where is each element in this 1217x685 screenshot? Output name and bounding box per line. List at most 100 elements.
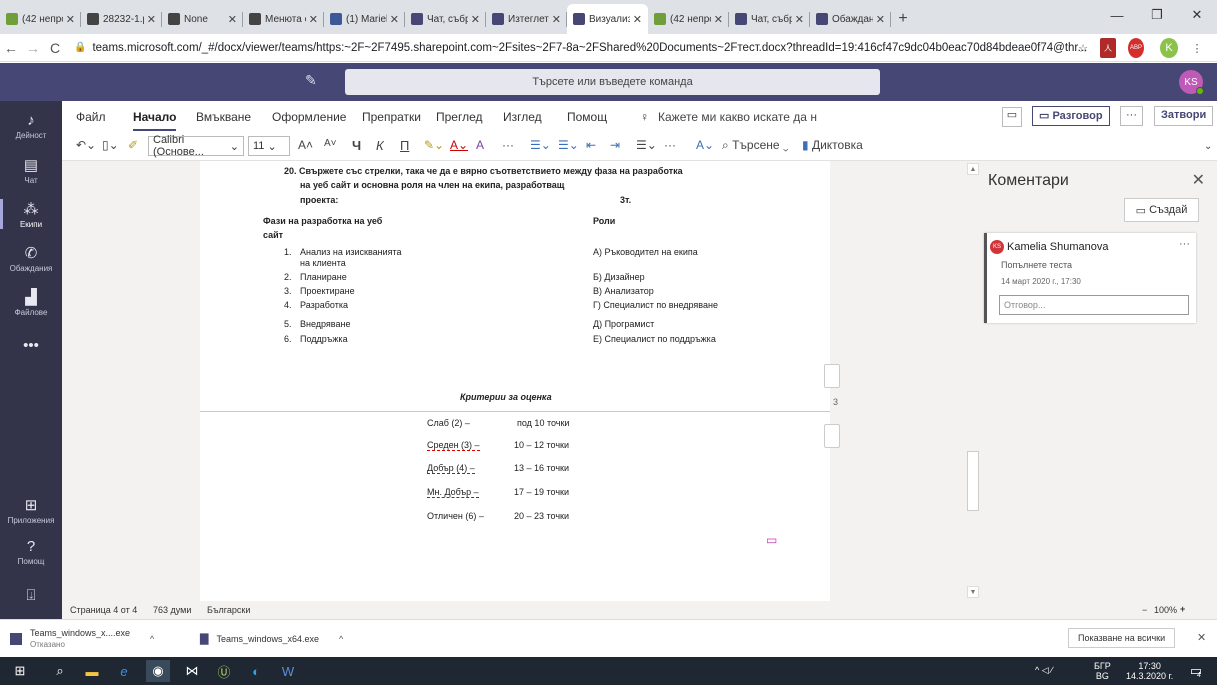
- tab-close-icon[interactable]: ✕: [309, 13, 318, 26]
- browser-tab[interactable]: Обаждане✕: [810, 4, 891, 34]
- forward-icon[interactable]: →: [22, 40, 44, 56]
- rail-item[interactable]: ✆ Обаждания: [0, 235, 62, 281]
- browser-tab[interactable]: Чат, събр ✕: [729, 4, 810, 34]
- menu-tab[interactable]: Начало: [133, 110, 177, 131]
- chrome-icon[interactable]: ◉: [146, 660, 170, 682]
- restore-icon[interactable]: ❐: [1137, 0, 1177, 30]
- scroll-thumb[interactable]: [967, 451, 979, 511]
- rail-item[interactable]: •••: [0, 323, 62, 369]
- browser-tab[interactable]: Изтеглете✕: [486, 4, 567, 34]
- tab-close-icon[interactable]: ✕: [147, 13, 156, 26]
- tab-close-icon[interactable]: ✕: [876, 13, 885, 26]
- file-explorer-icon[interactable]: ▬: [80, 660, 104, 682]
- menu-tab[interactable]: Помощ: [567, 110, 607, 124]
- start-icon[interactable]: ⊞: [8, 660, 32, 682]
- profile-avatar[interactable]: K: [1160, 38, 1178, 58]
- comment-more-icon[interactable]: ···: [1179, 238, 1190, 250]
- browser-tab[interactable]: Чат, събр ✕: [405, 4, 486, 34]
- back-icon[interactable]: ←: [0, 40, 22, 56]
- reload-icon[interactable]: C: [44, 40, 66, 56]
- menu-tab[interactable]: Препратки: [362, 110, 421, 124]
- word-icon[interactable]: W: [276, 660, 300, 682]
- mail-icon[interactable]: ⋈: [180, 660, 204, 682]
- minimize-icon[interactable]: —: [1097, 0, 1137, 30]
- styles-icon[interactable]: A⌄: [696, 138, 714, 152]
- decrease-indent-icon[interactable]: ⇤: [586, 138, 596, 152]
- download-item-2[interactable]: ▇ Teams_windows_x64.exe ^: [200, 632, 343, 645]
- tell-me-input[interactable]: Кажете ми какво искате да н: [658, 110, 817, 124]
- conversation-button[interactable]: ▭ Разговор: [1032, 106, 1110, 126]
- browser-tab[interactable]: (42 непро ✕: [0, 4, 81, 34]
- more-paragraph-icon[interactable]: ···: [664, 138, 676, 152]
- download-app-button[interactable]: ⍗: [0, 573, 62, 619]
- tab-close-icon[interactable]: ✕: [390, 13, 399, 26]
- browser-tab[interactable]: (1) Mariela✕: [324, 4, 405, 34]
- tab-close-icon[interactable]: ✕: [66, 13, 75, 26]
- compose-icon[interactable]: ✎: [305, 72, 317, 89]
- bullets-icon[interactable]: ☰⌄: [530, 138, 551, 152]
- undo-icon[interactable]: ↶⌄: [76, 138, 96, 152]
- close-downloads-icon[interactable]: ✕: [1197, 631, 1206, 644]
- bold-button[interactable]: Ч: [352, 138, 361, 153]
- rail-item[interactable]: ♪ Дейност: [0, 103, 62, 149]
- skype-icon[interactable]: ◐: [244, 660, 268, 682]
- comment-card[interactable]: KS Kamelia Shumanova ··· Попълнете теста…: [984, 233, 1196, 323]
- menu-tab[interactable]: Изглед: [503, 110, 542, 124]
- rail-item[interactable]: ▟ Файлове: [0, 279, 62, 325]
- comment-marker-icon[interactable]: ▭: [766, 533, 777, 547]
- download-item-1-chevron-icon[interactable]: ^: [150, 634, 154, 644]
- tab-close-icon[interactable]: ✕: [228, 13, 237, 26]
- scroll-down-icon[interactable]: ▼: [967, 586, 979, 598]
- rail-item[interactable]: ? Помощ: [0, 529, 62, 575]
- menu-tab[interactable]: Преглед: [436, 110, 483, 124]
- increase-indent-icon[interactable]: ⇥: [610, 138, 620, 152]
- document-scrollbar[interactable]: ▲ ▼: [966, 161, 980, 601]
- grow-font-icon[interactable]: A˄: [298, 138, 313, 152]
- viber-icon[interactable]: Ⓤ: [212, 660, 236, 682]
- shrink-font-icon[interactable]: A˅: [324, 138, 337, 149]
- show-all-downloads-button[interactable]: Показване на всички: [1068, 628, 1176, 648]
- edge-icon[interactable]: e: [112, 660, 136, 682]
- tray-icons[interactable]: ^ ◁ ∕: [1035, 665, 1053, 675]
- paste-icon[interactable]: ▯⌄: [102, 138, 119, 152]
- menu-tab[interactable]: Файл: [76, 110, 106, 124]
- underline-button[interactable]: П: [400, 138, 409, 153]
- clear-format-icon[interactable]: A: [476, 138, 484, 152]
- more-options-button[interactable]: ···: [1120, 106, 1143, 126]
- document-page[interactable]: [200, 161, 830, 601]
- close-document-button[interactable]: Затвори: [1154, 106, 1214, 126]
- tab-close-icon[interactable]: ✕: [552, 13, 561, 26]
- rail-item[interactable]: ⁂ Екипи: [0, 191, 62, 237]
- ribbon-expand-icon[interactable]: ⌄: [1204, 141, 1212, 152]
- browser-tab[interactable]: None ✕: [162, 4, 243, 34]
- input-language[interactable]: БГР BG: [1094, 661, 1111, 681]
- comment-reply-input[interactable]: Отговор...: [999, 295, 1189, 315]
- highlight-icon[interactable]: ✎⌄: [424, 138, 444, 152]
- browser-tab[interactable]: Визуализ ✕: [567, 4, 648, 34]
- browser-tab[interactable]: (42 непро ✕: [648, 4, 729, 34]
- comment-toggle-icon[interactable]: ▭: [1002, 107, 1022, 127]
- tab-close-icon[interactable]: ✕: [714, 13, 723, 26]
- zoom-in-icon[interactable]: +: [1180, 604, 1185, 614]
- rail-item[interactable]: ⊞ Приложения: [0, 487, 62, 533]
- dictate-button[interactable]: ▮ Диктовка: [802, 138, 863, 152]
- zoom-out-icon[interactable]: −: [1142, 605, 1147, 615]
- format-painter-icon[interactable]: ✐: [128, 138, 138, 152]
- language-indicator[interactable]: Български: [207, 605, 250, 615]
- find-button[interactable]: ⌕ Търсене ⌄: [722, 138, 789, 153]
- menu-tab[interactable]: Оформление: [272, 110, 346, 124]
- numbering-icon[interactable]: ☰⌄: [558, 138, 579, 152]
- italic-button[interactable]: К: [376, 138, 384, 153]
- browser-tab[interactable]: Менюта с ✕: [243, 4, 324, 34]
- zoom-level[interactable]: 100%: [1154, 605, 1177, 615]
- menu-tab[interactable]: Вмъкване: [196, 110, 251, 124]
- align-icon[interactable]: ☰⌄: [636, 138, 657, 152]
- tab-close-icon[interactable]: ✕: [795, 13, 804, 26]
- tab-close-icon[interactable]: ✕: [471, 13, 480, 26]
- pdf-extension-icon[interactable]: 人: [1100, 38, 1116, 58]
- font-name-select[interactable]: Calibri (Основе... ⌄: [148, 134, 244, 158]
- bookmark-star-icon[interactable]: ☆: [1076, 38, 1090, 58]
- clock[interactable]: 17:30 14.3.2020 г.: [1126, 661, 1173, 681]
- download-item-2-chevron-icon[interactable]: ^: [339, 634, 343, 644]
- more-font-icon[interactable]: ···: [502, 138, 514, 152]
